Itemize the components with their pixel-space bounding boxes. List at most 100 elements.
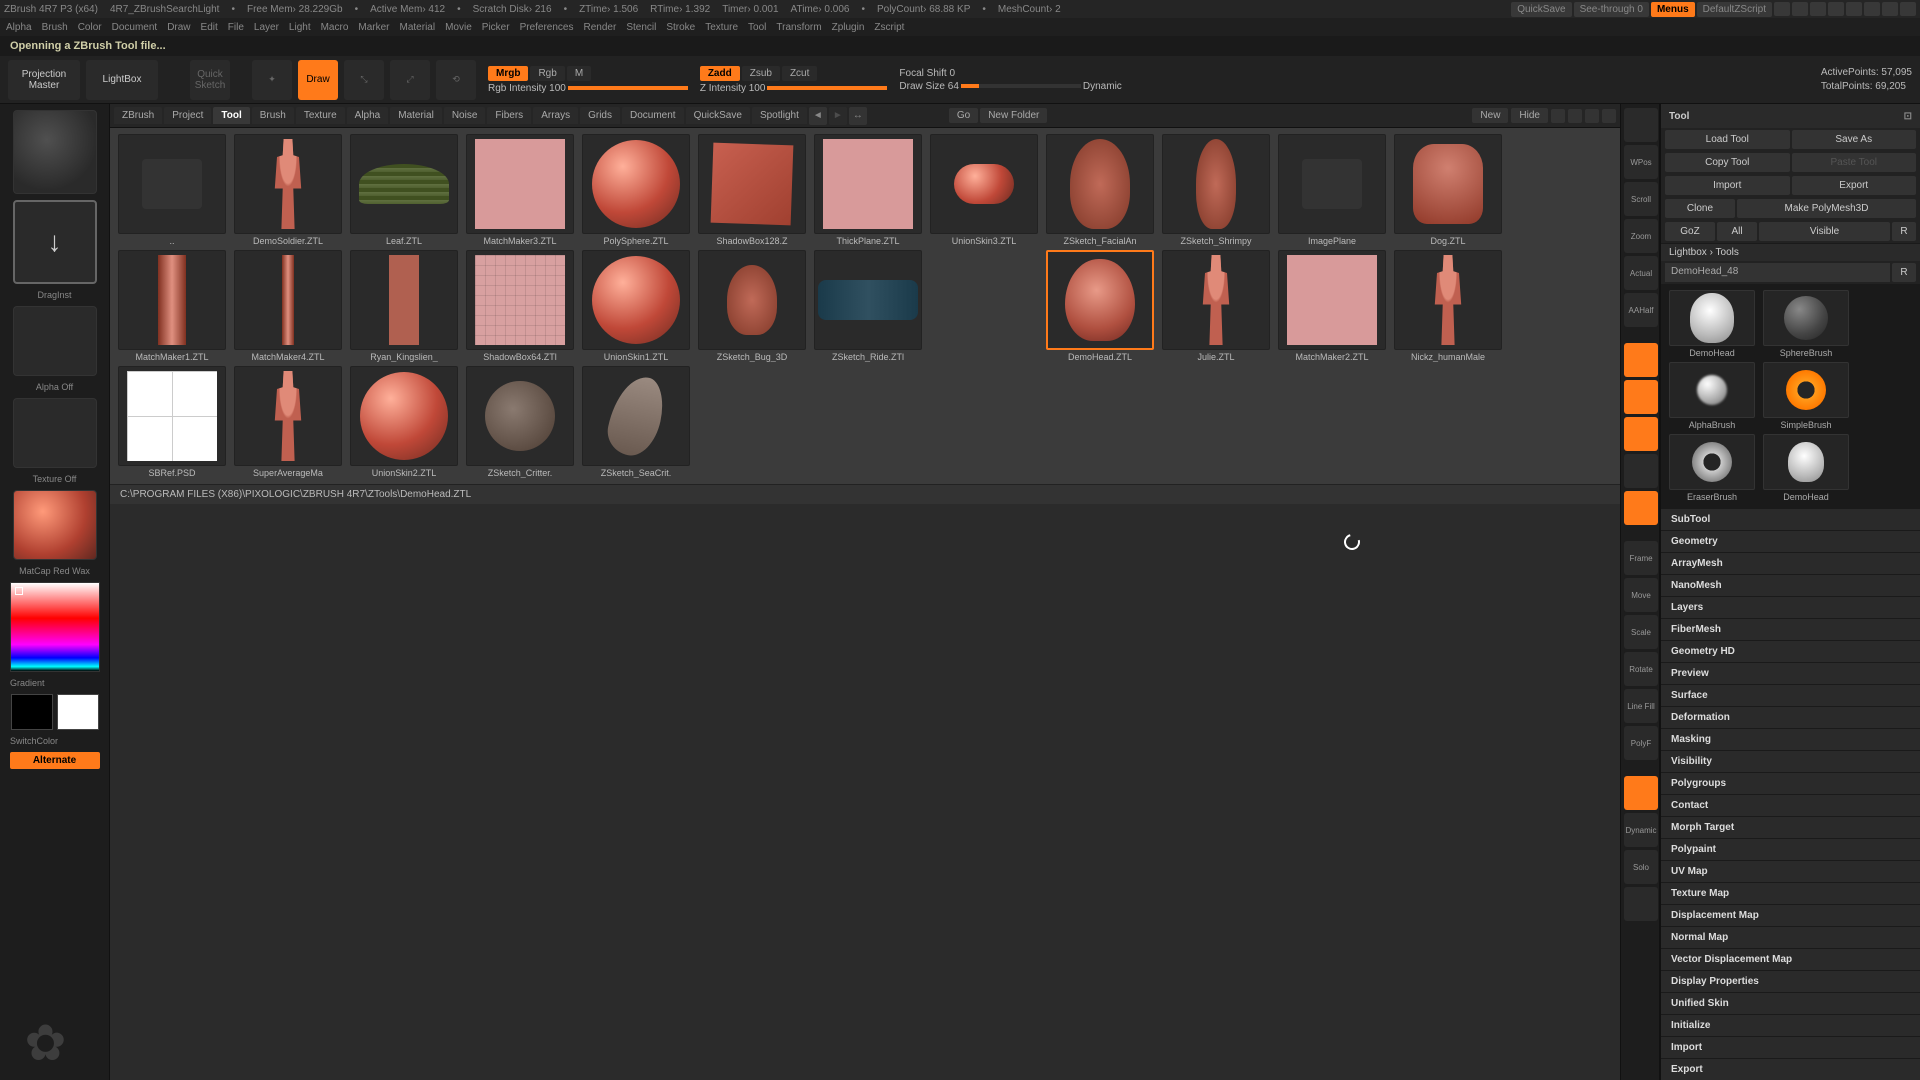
lb-item[interactable]: DemoSoldier.ZTL [232, 134, 344, 246]
close-icon[interactable] [1900, 2, 1916, 16]
menu-picker[interactable]: Picker [482, 22, 510, 33]
lb-view-icon[interactable] [1551, 109, 1565, 123]
dock-frame[interactable]: Frame [1624, 541, 1658, 575]
tool-item[interactable]: DemoHead [1667, 290, 1757, 358]
dock-persp[interactable] [1624, 343, 1658, 377]
menu-document[interactable]: Document [112, 22, 158, 33]
acc-fibermesh[interactable]: FiberMesh [1661, 618, 1920, 640]
acc-uvmap[interactable]: UV Map [1661, 860, 1920, 882]
paste-tool-button[interactable]: Paste Tool [1792, 153, 1917, 172]
brush-thumbnail[interactable] [13, 110, 97, 194]
texture-thumbnail[interactable] [13, 398, 97, 468]
seethrough-slider[interactable]: See-through 0 [1574, 2, 1649, 17]
primary-color-swatch[interactable] [57, 694, 99, 730]
dock-linefill[interactable]: Line Fill [1624, 689, 1658, 723]
dock-floor[interactable] [1624, 380, 1658, 414]
lb-new-button[interactable]: New [1472, 108, 1508, 123]
dock-move[interactable]: Move [1624, 578, 1658, 612]
menu-zscript[interactable]: Zscript [874, 22, 904, 33]
color-picker[interactable] [10, 582, 100, 672]
scale-mode-icon[interactable]: ⤢ [390, 60, 430, 100]
lb-item-demohead[interactable]: DemoHead.ZTL [1044, 250, 1156, 362]
goz-visible-button[interactable]: Visible [1759, 222, 1890, 241]
secondary-color-swatch[interactable] [11, 694, 53, 730]
lb-nav-back-icon[interactable]: ◄ [809, 107, 827, 125]
lb-tab-brush[interactable]: Brush [252, 107, 294, 124]
lb-item[interactable]: ZSketch_Critter. [464, 366, 576, 478]
lb-newfolder-button[interactable]: New Folder [980, 108, 1047, 123]
lb-tab-quicksave[interactable]: QuickSave [686, 107, 750, 124]
menu-alpha[interactable]: Alpha [6, 22, 32, 33]
goz-r-button[interactable]: R [1892, 222, 1916, 241]
acc-displayprops[interactable]: Display Properties [1661, 970, 1920, 992]
acc-geometry[interactable]: Geometry [1661, 530, 1920, 552]
menu-macro[interactable]: Macro [321, 22, 349, 33]
canvas[interactable] [110, 504, 1620, 1080]
acc-export[interactable]: Export [1661, 1058, 1920, 1080]
acc-masking[interactable]: Masking [1661, 728, 1920, 750]
lb-item[interactable]: ShadowBox128.Z [696, 134, 808, 246]
tool-item[interactable]: AlphaBrush [1667, 362, 1757, 430]
lb-tab-material[interactable]: Material [390, 107, 442, 124]
menu-zplugin[interactable]: Zplugin [832, 22, 865, 33]
minimize-icon[interactable] [1846, 2, 1862, 16]
goz-button[interactable]: GoZ [1665, 222, 1715, 241]
menu-light[interactable]: Light [289, 22, 311, 33]
lb-go-button[interactable]: Go [949, 108, 978, 123]
acc-preview[interactable]: Preview [1661, 662, 1920, 684]
tool-item[interactable]: SimpleBrush [1761, 362, 1851, 430]
help-icon[interactable] [1828, 2, 1844, 16]
lb-tab-alpha[interactable]: Alpha [347, 107, 389, 124]
alpha-thumbnail[interactable] [13, 306, 97, 376]
restore-icon[interactable] [1882, 2, 1898, 16]
lb-tab-arrays[interactable]: Arrays [533, 107, 578, 124]
menu-render[interactable]: Render [584, 22, 617, 33]
rotate-mode-icon[interactable]: ⟲ [436, 60, 476, 100]
lb-folder[interactable]: ImagePlane [1276, 134, 1388, 246]
lb-view-icon[interactable] [1585, 109, 1599, 123]
menu-texture[interactable]: Texture [705, 22, 738, 33]
menu-transform[interactable]: Transform [776, 22, 821, 33]
dock-wpos[interactable]: WPos [1624, 145, 1658, 179]
dock-xyz[interactable] [1624, 454, 1658, 488]
draw-size-slider[interactable] [961, 84, 1081, 88]
load-tool-button[interactable]: Load Tool [1665, 130, 1790, 149]
import-button[interactable]: Import [1665, 176, 1790, 195]
acc-morphtarget[interactable]: Morph Target [1661, 816, 1920, 838]
layout-icon[interactable] [1810, 2, 1826, 16]
dock-scale[interactable]: Scale [1624, 615, 1658, 649]
gradient-label[interactable]: Gradient [4, 678, 45, 688]
maximize-icon[interactable] [1864, 2, 1880, 16]
save-as-button[interactable]: Save As [1792, 130, 1917, 149]
acc-unifiedskin[interactable]: Unified Skin [1661, 992, 1920, 1014]
lb-item[interactable]: Julie.ZTL [1160, 250, 1272, 362]
lb-view-icon[interactable] [1568, 109, 1582, 123]
tool-item[interactable]: EraserBrush [1667, 434, 1757, 502]
lb-item[interactable]: UnionSkin1.ZTL [580, 250, 692, 362]
lb-tab-tool[interactable]: Tool [213, 107, 249, 124]
copy-tool-button[interactable]: Copy Tool [1665, 153, 1790, 172]
acc-vectordisplacement[interactable]: Vector Displacement Map [1661, 948, 1920, 970]
lb-tab-project[interactable]: Project [164, 107, 211, 124]
lb-hide-button[interactable]: Hide [1511, 108, 1548, 123]
dock-solo[interactable]: Solo [1624, 850, 1658, 884]
menu-edit[interactable]: Edit [201, 22, 218, 33]
z-intensity-slider[interactable] [767, 86, 887, 90]
dock-dynamic[interactable]: Dynamic [1624, 813, 1658, 847]
acc-texturemap[interactable]: Texture Map [1661, 882, 1920, 904]
menu-stencil[interactable]: Stencil [626, 22, 656, 33]
mrgb-button[interactable]: Mrgb [488, 66, 528, 81]
acc-geometryhd[interactable]: Geometry HD [1661, 640, 1920, 662]
lb-folder-up[interactable]: .. [116, 134, 228, 246]
goz-all-button[interactable]: All [1717, 222, 1757, 241]
lb-tab-noise[interactable]: Noise [444, 107, 486, 124]
menu-movie[interactable]: Movie [445, 22, 472, 33]
default-script[interactable]: DefaultZScript [1697, 2, 1772, 17]
menu-layer[interactable]: Layer [254, 22, 279, 33]
lb-item[interactable]: ZSketch_SeaCrit. [580, 366, 692, 478]
menu-brush[interactable]: Brush [42, 22, 68, 33]
acc-deformation[interactable]: Deformation [1661, 706, 1920, 728]
move-mode-icon[interactable]: ⤡ [344, 60, 384, 100]
alternate-button[interactable]: Alternate [10, 752, 100, 769]
lb-item[interactable]: MatchMaker2.ZTL [1276, 250, 1388, 362]
